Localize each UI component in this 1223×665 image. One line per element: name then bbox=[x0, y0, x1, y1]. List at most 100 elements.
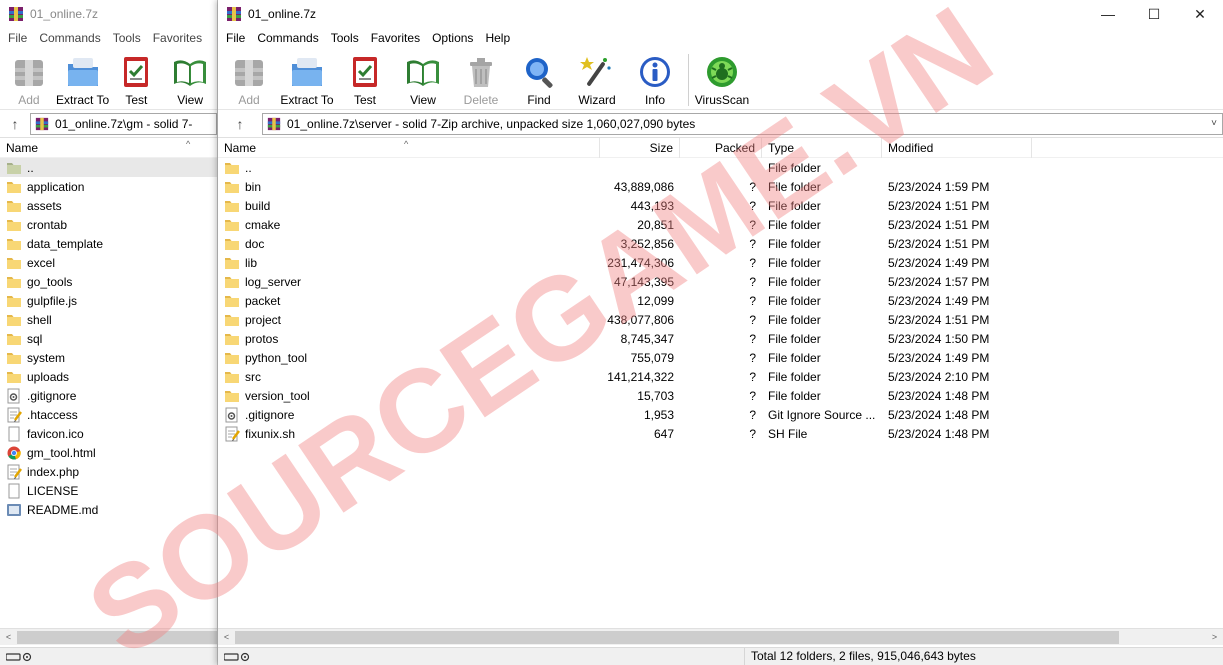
row-type: File folder bbox=[768, 388, 821, 403]
front-archive-window[interactable]: 01_online.7z — ☐ ✕ File Commands Tools Favo… bbox=[218, 0, 1223, 665]
row-type: File folder bbox=[768, 274, 821, 289]
extract-to-button[interactable]: Extract To bbox=[278, 52, 336, 107]
extract-to-button[interactable]: Extract To bbox=[56, 52, 110, 107]
minimize-button[interactable]: — bbox=[1085, 0, 1131, 28]
table-row[interactable]: doc 3,252,856? File folder 5/23/2024 1:51 P… bbox=[218, 234, 1223, 253]
table-row[interactable]: build 443,193? File folder 5/23/2024 1:51 P… bbox=[218, 196, 1223, 215]
list-item[interactable]: sql bbox=[0, 329, 217, 348]
list-item[interactable]: gulpfile.js bbox=[0, 291, 217, 310]
table-row[interactable]: bin 43,889,086? File folder 5/23/2024 1:59 … bbox=[218, 177, 1223, 196]
toolbar-separator bbox=[688, 54, 689, 106]
list-item[interactable]: .htaccess bbox=[0, 405, 217, 424]
back-title-bar[interactable]: 01_online.7z bbox=[0, 0, 217, 28]
list-item[interactable]: assets bbox=[0, 196, 217, 215]
back-address-field[interactable]: 01_online.7z\gm - solid 7- bbox=[30, 112, 217, 135]
item-name: README.md bbox=[27, 502, 99, 517]
list-item[interactable]: .gitignore bbox=[0, 386, 217, 405]
back-file-list[interactable]: .. application assets crontab data_template e… bbox=[0, 158, 217, 624]
info-button[interactable]: Info bbox=[626, 52, 684, 107]
list-item[interactable]: crontab bbox=[0, 215, 217, 234]
up-folder-icon[interactable]: ↑ bbox=[218, 116, 262, 132]
row-type: File folder bbox=[768, 179, 821, 194]
scroll-track[interactable] bbox=[235, 630, 1206, 644]
column-header-name[interactable]: Name ^ bbox=[218, 137, 600, 158]
column-name-label: Name bbox=[224, 140, 257, 155]
list-item[interactable]: favicon.ico bbox=[0, 424, 217, 443]
test-button[interactable]: Test bbox=[336, 52, 394, 107]
list-item[interactable]: gm_tool.html bbox=[0, 443, 217, 462]
list-item[interactable]: system bbox=[0, 348, 217, 367]
add-icon bbox=[14, 60, 43, 86]
scroll-track[interactable] bbox=[17, 630, 217, 644]
scroll-left-icon[interactable]: < bbox=[0, 632, 17, 642]
list-item[interactable]: excel bbox=[0, 253, 217, 272]
table-row[interactable]: .. File folder bbox=[218, 158, 1223, 177]
row-packed: ? bbox=[749, 407, 756, 422]
row-size: 755,079 bbox=[630, 350, 674, 365]
row-name: bin bbox=[245, 179, 262, 194]
list-item[interactable]: shell bbox=[0, 310, 217, 329]
table-row[interactable]: fixunix.sh 647? SH File 5/23/2024 1:48 PM bbox=[218, 424, 1223, 443]
folder-icon bbox=[225, 295, 239, 307]
wizard-button[interactable]: Wizard bbox=[568, 52, 626, 107]
table-row[interactable]: src 141,214,322? File folder 5/23/2024 2:10… bbox=[218, 367, 1223, 386]
table-row[interactable]: project 438,077,806? File folder 5/23/2024 … bbox=[218, 310, 1223, 329]
row-name: cmake bbox=[245, 217, 281, 232]
folder-icon bbox=[225, 276, 239, 288]
list-item[interactable]: README.md bbox=[0, 500, 217, 519]
scroll-right-icon[interactable]: > bbox=[1206, 632, 1223, 642]
row-size: 12,099 bbox=[637, 293, 674, 308]
menu-help[interactable]: Help bbox=[479, 28, 516, 48]
table-row[interactable]: version_tool 15,703? File folder 5/23/2024 … bbox=[218, 386, 1223, 405]
find-button[interactable]: Find bbox=[510, 52, 568, 107]
scroll-left-icon[interactable]: < bbox=[218, 632, 235, 642]
column-header-name[interactable]: Name ^ bbox=[0, 138, 217, 158]
table-row[interactable]: lib 231,474,306? File folder 5/23/2024 1:49… bbox=[218, 253, 1223, 272]
view-button[interactable]: View bbox=[394, 52, 452, 107]
maximize-button[interactable]: ☐ bbox=[1131, 0, 1177, 28]
address-dropdown-icon[interactable]: ˅ bbox=[1206, 118, 1222, 129]
table-row[interactable]: python_tool 755,079? File folder 5/23/2024 … bbox=[218, 348, 1223, 367]
scroll-thumb[interactable] bbox=[17, 630, 217, 644]
menu-file[interactable]: File bbox=[220, 28, 251, 48]
front-title-bar[interactable]: 01_online.7z — ☐ ✕ bbox=[218, 0, 1223, 28]
column-header-type[interactable]: Type bbox=[762, 137, 882, 158]
list-item[interactable]: .. bbox=[0, 158, 217, 177]
menu-file[interactable]: File bbox=[2, 28, 33, 48]
menu-options[interactable]: Options bbox=[426, 28, 479, 48]
menu-favorites[interactable]: Favorites bbox=[365, 28, 426, 48]
front-horizontal-scrollbar[interactable]: < > bbox=[218, 628, 1223, 645]
virusscan-button[interactable]: VirusScan bbox=[693, 52, 751, 107]
list-item[interactable]: index.php bbox=[0, 462, 217, 481]
row-size: 20,851 bbox=[637, 217, 674, 232]
back-horizontal-scrollbar[interactable]: < bbox=[0, 628, 217, 645]
column-header-size[interactable]: Size bbox=[600, 137, 680, 158]
menu-favorites[interactable]: Favorites bbox=[147, 28, 208, 48]
front-file-list[interactable]: .. File folder bin 43,889,086? File folder 5/… bbox=[218, 158, 1223, 624]
menu-commands[interactable]: Commands bbox=[33, 28, 106, 48]
column-header-packed[interactable]: Packed bbox=[680, 137, 762, 158]
view-button[interactable]: View bbox=[163, 52, 217, 107]
list-item[interactable]: data_template bbox=[0, 234, 217, 253]
list-item[interactable]: go_tools bbox=[0, 272, 217, 291]
test-button[interactable]: Test bbox=[110, 52, 164, 107]
back-archive-window[interactable]: 01_online.7z File Commands Tools Favorites … bbox=[0, 0, 218, 665]
list-item[interactable]: uploads bbox=[0, 367, 217, 386]
table-row[interactable]: log_server 47,143,395? File folder 5/23/202… bbox=[218, 272, 1223, 291]
list-item[interactable]: application bbox=[0, 177, 217, 196]
menu-commands[interactable]: Commands bbox=[251, 28, 324, 48]
menu-tools[interactable]: Tools bbox=[325, 28, 365, 48]
row-name: protos bbox=[245, 331, 279, 346]
table-row[interactable]: .gitignore 1,953? Git Ignore Source ... 5/2… bbox=[218, 405, 1223, 424]
table-row[interactable]: protos 8,745,347? File folder 5/23/2024 1:5… bbox=[218, 329, 1223, 348]
scroll-thumb[interactable] bbox=[235, 630, 1119, 644]
front-address-field[interactable]: 01_online.7z\server - solid 7-Zip archiv… bbox=[262, 112, 1223, 135]
close-button[interactable]: ✕ bbox=[1177, 0, 1223, 28]
column-header-modified[interactable]: Modified bbox=[882, 137, 1032, 158]
table-row[interactable]: cmake 20,851? File folder 5/23/2024 1:51 PM bbox=[218, 215, 1223, 234]
folder-icon bbox=[7, 371, 21, 383]
table-row[interactable]: packet 12,099? File folder 5/23/2024 1:49 P… bbox=[218, 291, 1223, 310]
up-folder-icon[interactable]: ↑ bbox=[0, 116, 30, 132]
list-item[interactable]: LICENSE bbox=[0, 481, 217, 500]
menu-tools[interactable]: Tools bbox=[107, 28, 147, 48]
